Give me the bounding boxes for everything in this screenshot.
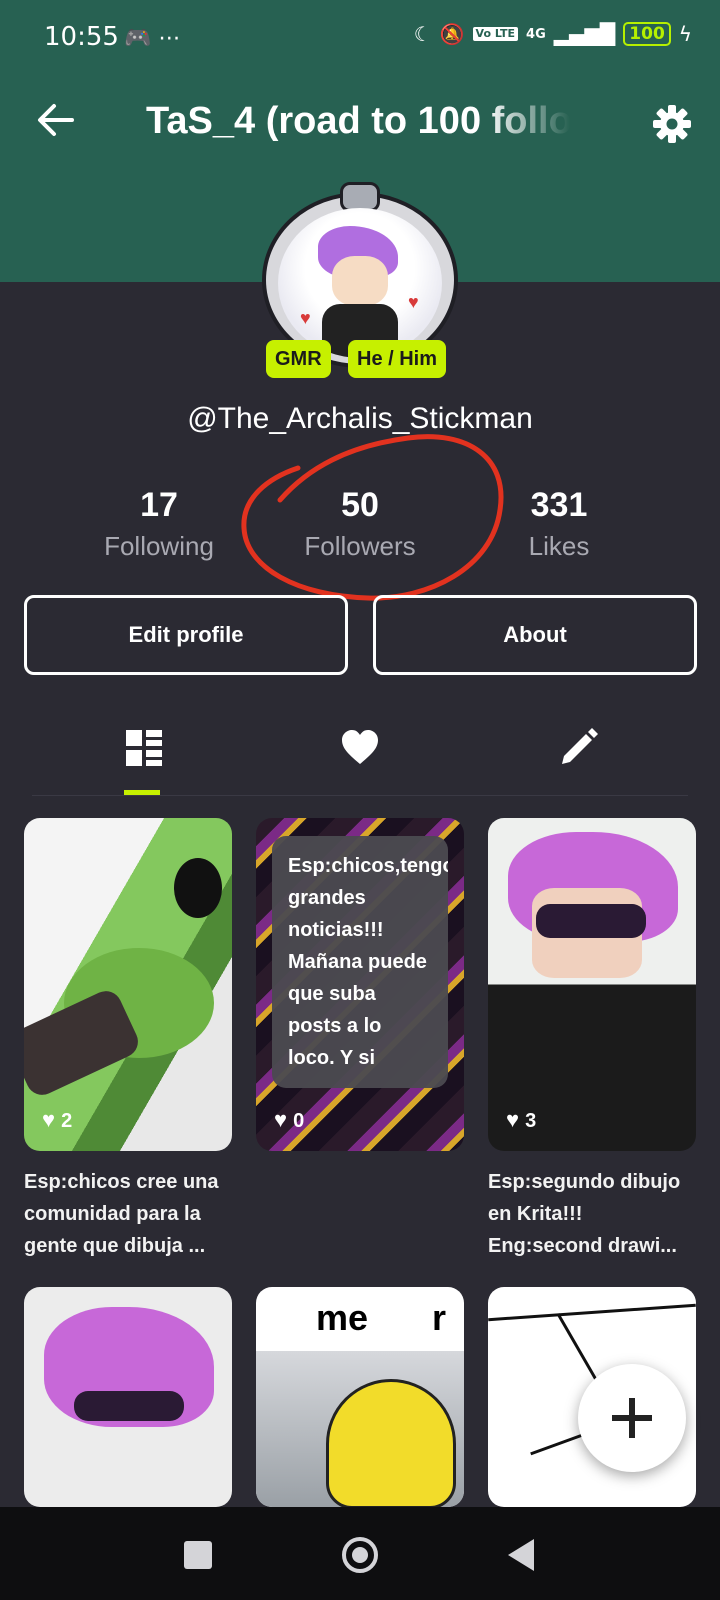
- meme-text: r: [432, 1297, 447, 1338]
- heart-icon: ♥: [506, 1107, 520, 1132]
- post-card[interactable]: me r: [256, 1287, 464, 1507]
- profile-tabs: [32, 716, 688, 796]
- back-arrow-icon[interactable]: [36, 100, 76, 140]
- post-like-count: ♥ 3: [506, 1107, 537, 1132]
- silent-icon: 🔕: [439, 22, 465, 46]
- system-nav-bar: [0, 1507, 720, 1600]
- post-card[interactable]: [24, 1287, 232, 1507]
- post-caption[interactable]: Esp:segundo dibujo en Krita!!! Eng:secon…: [488, 1166, 700, 1262]
- gear-icon[interactable]: [652, 104, 692, 144]
- post-like-count: ♥ 0: [274, 1107, 305, 1132]
- network-label: 4G: [526, 26, 546, 42]
- badge-pronouns: He / Him: [348, 340, 447, 378]
- charging-icon: ϟ: [678, 22, 692, 46]
- following-count: 17: [140, 486, 178, 524]
- signal-icon: ▂▄▆█: [553, 22, 616, 46]
- heart-icon: ♥: [274, 1107, 288, 1132]
- following-label: Following: [104, 531, 214, 561]
- status-bar: 10:55 🎮 ⋯ ☾ 🔕 Vo LTE 4G ▂▄▆█ 100 ϟ: [0, 0, 720, 78]
- post-card[interactable]: ♥ 3: [488, 818, 696, 1151]
- circle-home-icon[interactable]: [340, 1535, 380, 1575]
- badge-gmr: GMR: [266, 340, 331, 378]
- square-nav-icon[interactable]: [178, 1535, 218, 1575]
- active-tab-indicator: [124, 790, 160, 795]
- meme-text: me: [316, 1297, 369, 1338]
- red-circle-annotation: [241, 434, 504, 601]
- triangle-back-icon[interactable]: [502, 1535, 542, 1575]
- pencil-icon[interactable]: [556, 726, 600, 770]
- battery-icon: 100: [623, 22, 671, 46]
- post-like-count: ♥ 2: [42, 1107, 73, 1132]
- page-title: TaS_4 (road to 100 followers): [146, 100, 570, 142]
- avatar-image: ♥ ♥: [278, 208, 442, 358]
- status-time: 10:55: [44, 22, 119, 52]
- edit-profile-button[interactable]: Edit profile: [24, 595, 348, 675]
- volte-icon: Vo LTE: [472, 27, 519, 41]
- heart-icon: ♥: [42, 1107, 56, 1132]
- post-card[interactable]: ♥ 2: [24, 818, 232, 1151]
- about-button[interactable]: About: [373, 595, 697, 675]
- post-card[interactable]: Esp:chicos,tengo grandes noticias!!! Mañ…: [256, 818, 464, 1151]
- discord-icon: 🎮 ⋯: [124, 26, 181, 51]
- post-caption[interactable]: Esp:chicos cree una comunidad para la ge…: [24, 1166, 236, 1262]
- create-post-button[interactable]: [578, 1364, 686, 1472]
- plus-icon: [612, 1398, 652, 1438]
- posts-grid-icon[interactable]: [122, 726, 166, 770]
- heart-icon[interactable]: [338, 726, 382, 770]
- post-text-preview: Esp:chicos,tengo grandes noticias!!! Mañ…: [272, 836, 448, 1088]
- moon-icon: ☾: [413, 22, 432, 46]
- stat-following[interactable]: 17 Following: [69, 486, 249, 562]
